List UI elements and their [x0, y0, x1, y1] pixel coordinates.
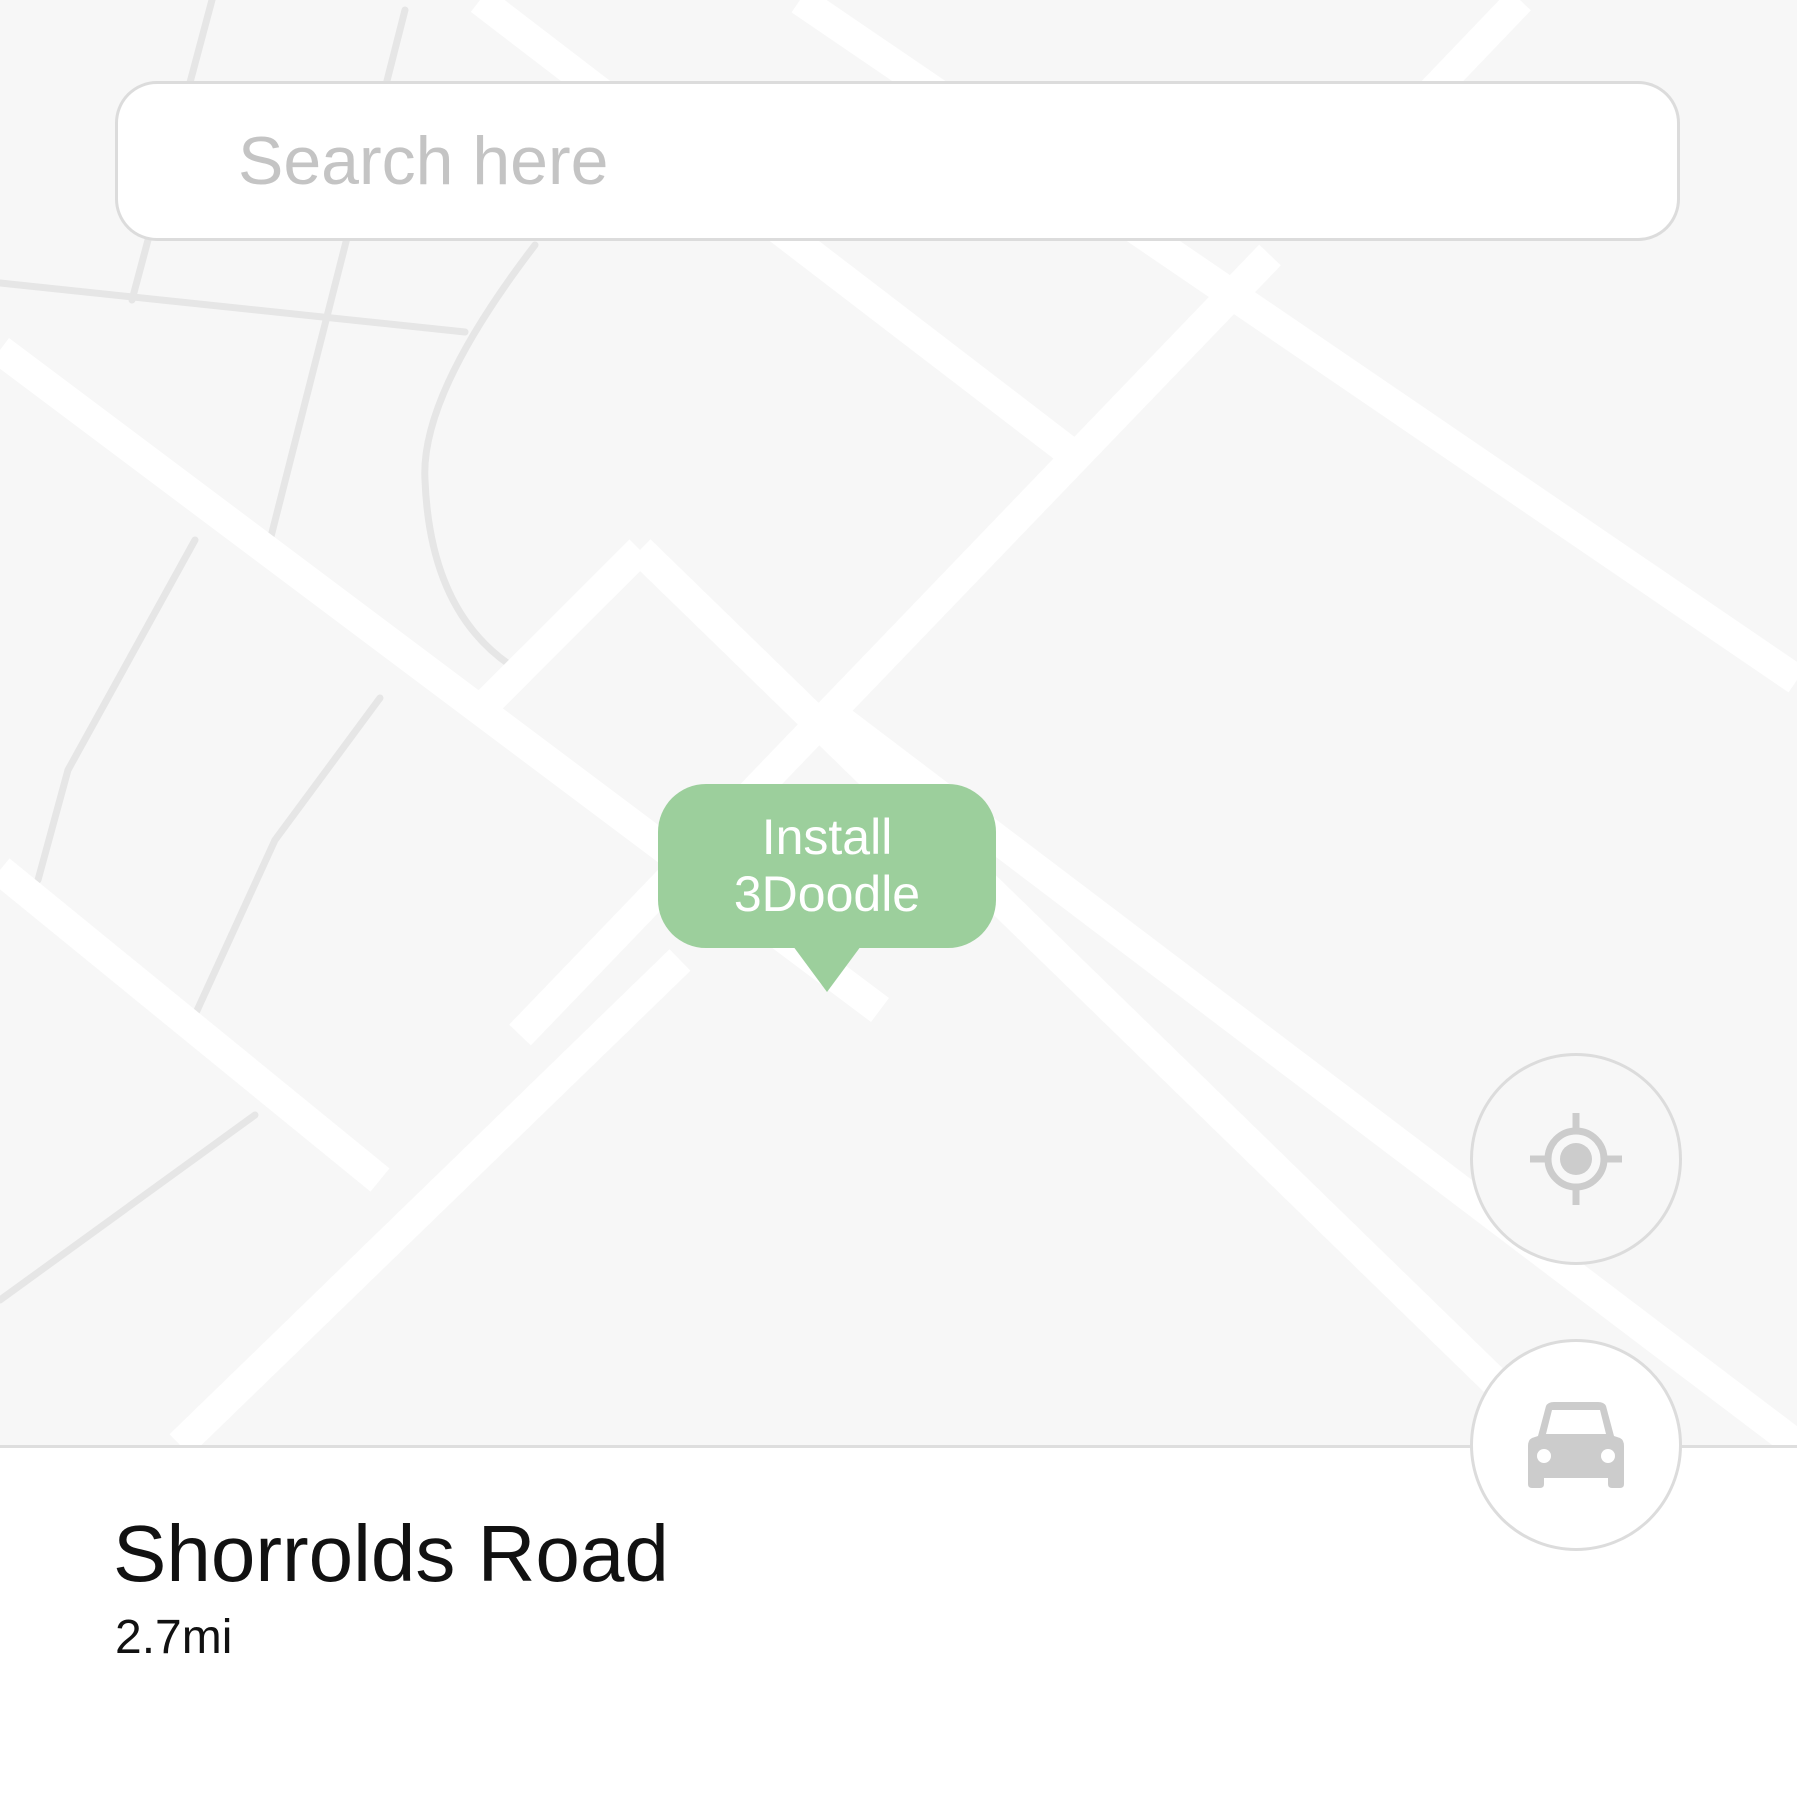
search-bar[interactable]: [115, 81, 1680, 241]
maps-app: Install 3Doodle Shorrolds Road 2.7mi: [0, 0, 1797, 1795]
search-input[interactable]: [238, 84, 1638, 238]
marker-pointer: [793, 946, 861, 992]
place-name: Shorrolds Road: [113, 1509, 669, 1598]
marker-label-line1: Install: [761, 809, 893, 865]
crosshair-icon: [1530, 1113, 1622, 1205]
marker-label-line2: 3Doodle: [733, 866, 921, 922]
directions-driving-button[interactable]: [1470, 1339, 1682, 1551]
car-icon: [1528, 1402, 1624, 1488]
map-marker-bubble[interactable]: Install 3Doodle: [658, 784, 996, 948]
place-distance: 2.7mi: [115, 1611, 233, 1664]
my-location-button[interactable]: [1470, 1053, 1682, 1265]
